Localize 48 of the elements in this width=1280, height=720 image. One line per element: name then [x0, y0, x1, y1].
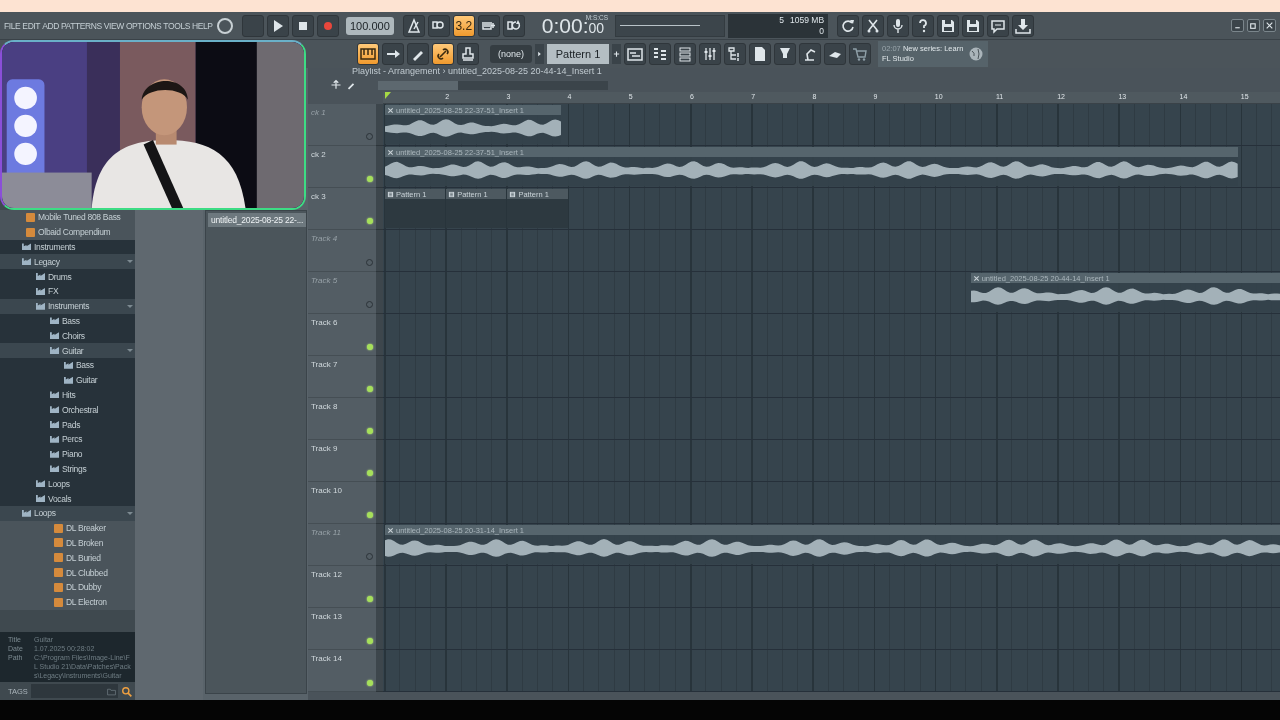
menu-item[interactable]: VIEW — [103, 20, 124, 31]
track-header[interactable]: Track 14 — [308, 650, 376, 692]
browser-item[interactable]: Pads — [0, 417, 135, 432]
track-name: Track 6 — [310, 317, 339, 327]
browser-item[interactable]: DL Buried — [0, 550, 135, 566]
browser-item[interactable]: Mobile Tuned 808 Bass — [0, 210, 135, 225]
track-name: ck 2 — [310, 149, 327, 159]
track-name: Track 11 — [310, 527, 342, 537]
menu-item[interactable]: HELP — [192, 20, 213, 31]
menu-item[interactable]: ADD — [42, 20, 59, 31]
cpu-monitor: 5 1059 MB 0 — [728, 13, 829, 38]
track-name: Track 8 — [310, 401, 339, 411]
track-name: ck 3 — [310, 191, 327, 201]
track-header[interactable]: Track 10 — [308, 482, 376, 524]
browser-item[interactable]: DL Clubbed — [0, 565, 135, 580]
browser-item[interactable]: Legacy — [0, 254, 135, 270]
browser-item[interactable]: Orchestral — [0, 402, 135, 418]
picker-item[interactable]: untitled_2025-08-25 22-... — [208, 213, 307, 227]
menu-item[interactable]: EDIT — [22, 20, 41, 31]
menu-item[interactable]: PATTERNS — [60, 20, 102, 31]
track-header[interactable]: Track 11 — [308, 524, 376, 566]
track-header[interactable]: Track 13 — [308, 608, 376, 650]
track-name: Track 10 — [310, 485, 343, 495]
menu-item[interactable]: FILE — [4, 20, 21, 31]
track-name: Track 13 — [310, 611, 343, 621]
track-name: Track 12 — [310, 569, 343, 579]
menu-item[interactable]: TOOLS — [163, 20, 191, 31]
channel-selector[interactable]: (none) — [490, 45, 532, 63]
tempo-field[interactable]: 100.000 — [346, 16, 394, 35]
track-header[interactable]: Track 6 — [308, 314, 376, 356]
track-name: Track 7 — [310, 359, 339, 369]
browser-item[interactable]: Loops — [0, 476, 135, 492]
pattern-selector[interactable]: Pattern 1 — [547, 44, 609, 64]
track-name: Track 9 — [310, 443, 339, 453]
menu-item[interactable]: OPTIONS — [125, 20, 162, 31]
top-button[interactable]: 3.2 — [452, 14, 475, 37]
track-header[interactable]: ck 2 — [308, 146, 376, 188]
track-header[interactable]: Track 9 — [308, 440, 376, 482]
track-header[interactable]: Track 7 — [308, 356, 376, 398]
track-header[interactable]: Track 8 — [308, 398, 376, 440]
browser-item[interactable]: Vocals — [0, 491, 135, 506]
browser-item[interactable]: Choirs — [0, 328, 135, 344]
browser-item[interactable]: Guitar — [0, 343, 135, 358]
breadcrumb: Playlist - Arrangement › untitled_2025-08-25 20-44-14_Insert 1 — [351, 68, 603, 78]
track-header[interactable]: Track 12 — [308, 566, 376, 608]
track-header[interactable]: ck 3 — [308, 188, 376, 230]
browser-item[interactable]: Drums — [0, 269, 135, 284]
track-name: Track 14 — [310, 653, 343, 663]
